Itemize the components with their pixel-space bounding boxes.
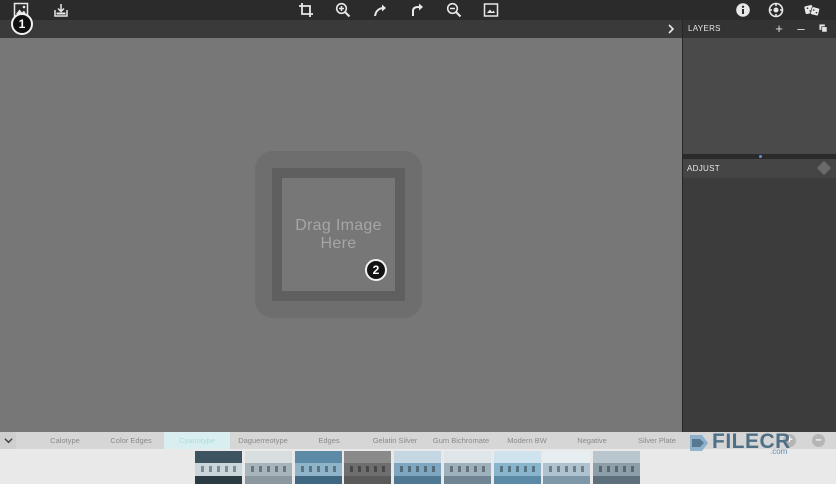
preset-thumbnail[interactable] — [195, 451, 242, 484]
zoom-out-icon[interactable] — [444, 1, 464, 18]
drop-zone[interactable]: Drag Image Here — [255, 151, 422, 318]
preset-tab-modern-bw[interactable]: Modern BW — [494, 432, 560, 449]
drop-zone-label: Drag Image Here — [295, 217, 382, 253]
preset-tab-daguerreotype[interactable]: Daguerreotype — [230, 432, 296, 449]
preset-tab-color-edges[interactable]: Color Edges — [98, 432, 164, 449]
preset-thumbnail[interactable] — [344, 451, 391, 484]
random-dice-icon[interactable] — [802, 1, 822, 18]
preset-thumbnail[interactable] — [543, 451, 590, 484]
import-icon[interactable] — [51, 1, 71, 18]
preset-thumbnail[interactable] — [494, 451, 541, 484]
preset-prev-button[interactable]: – — [812, 434, 825, 447]
preset-tab-silver-plate[interactable]: Silver Plate — [624, 432, 690, 449]
layers-list[interactable] — [683, 38, 836, 154]
preset-tab-negative[interactable]: Negative — [559, 432, 625, 449]
preset-tab-gelatin-silver[interactable]: Gelatin Silver — [362, 432, 428, 449]
layers-header: LAYERS + – — [683, 20, 836, 38]
canvas-header-bar — [0, 20, 682, 38]
crop-icon[interactable] — [296, 1, 316, 18]
callout-badge-2: 2 — [365, 259, 387, 281]
adjust-toggle-icon[interactable] — [816, 160, 832, 176]
layers-title: LAYERS — [688, 24, 721, 33]
adjust-panel — [683, 178, 836, 432]
drop-zone-frame: Drag Image Here — [272, 168, 405, 301]
right-panel: LAYERS + – ADJUST — [682, 20, 836, 432]
filecr-watermark: FILECR .com — [688, 428, 798, 458]
info-icon[interactable] — [733, 1, 753, 18]
preset-tab-calotype[interactable]: Calotype — [32, 432, 98, 449]
main-toolbar — [0, 0, 836, 20]
preset-tab-gum-bichromate[interactable]: Gum Bichromate — [428, 432, 494, 449]
chevron-down-icon[interactable] — [0, 432, 16, 449]
preset-tab-cyanotype[interactable]: Cyanotype — [164, 432, 230, 449]
chevron-right-icon[interactable] — [664, 22, 678, 36]
splitter-handle[interactable] — [759, 155, 762, 158]
app-window: Drag Image Here 1 2 LAYERS + – ADJUST Ca… — [0, 0, 836, 484]
drop-zone-label-line1: Drag Image — [295, 216, 382, 234]
remove-layer-button[interactable]: – — [794, 22, 808, 36]
adjust-header: ADJUST — [683, 159, 836, 178]
zoom-in-icon[interactable] — [333, 1, 353, 18]
undo-icon[interactable] — [370, 1, 390, 18]
preset-thumbnail[interactable] — [245, 451, 292, 484]
filecr-logo-icon — [690, 435, 708, 451]
add-layer-button[interactable]: + — [772, 22, 786, 36]
adjust-title: ADJUST — [687, 164, 720, 173]
callout-badge-1: 1 — [11, 13, 33, 35]
preset-thumbnail[interactable] — [394, 451, 441, 484]
fit-screen-icon[interactable] — [481, 1, 501, 18]
filecr-domain: .com — [770, 447, 788, 456]
settings-icon[interactable] — [766, 1, 786, 18]
duplicate-layer-icon[interactable] — [816, 22, 830, 36]
preset-tab-edges[interactable]: Edges — [296, 432, 362, 449]
drop-zone-label-line2: Here — [320, 234, 357, 252]
image-canvas[interactable]: Drag Image Here — [0, 38, 682, 432]
preset-thumbnail[interactable] — [444, 451, 491, 484]
redo-icon[interactable] — [407, 1, 427, 18]
preset-thumbnail[interactable] — [295, 451, 342, 484]
preset-thumbnail[interactable] — [593, 451, 640, 484]
